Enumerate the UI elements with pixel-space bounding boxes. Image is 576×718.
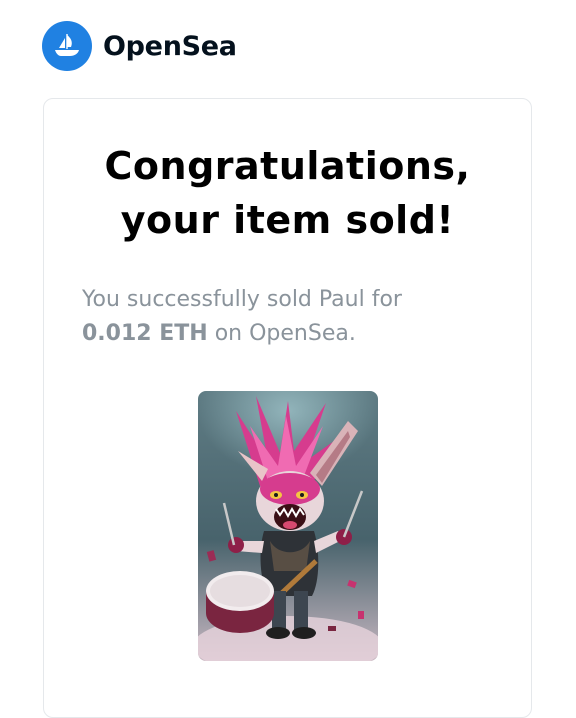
message-suffix: on OpenSea. [207, 321, 356, 346]
sale-price: 0.012 ETH [82, 321, 208, 346]
sale-card: Congratulations, your item sold! You suc… [43, 98, 532, 718]
title-line-1: Congratulations, [104, 144, 471, 188]
brand-name[interactable]: OpenSea [103, 31, 237, 62]
nft-image[interactable] [198, 391, 378, 661]
sale-message: You successfully sold Paul for 0.012 ETH… [82, 283, 502, 351]
opensea-logo-icon[interactable] [42, 21, 92, 71]
congratulations-title: Congratulations, your item sold! [44, 139, 531, 247]
header: OpenSea [42, 20, 237, 72]
title-line-2: your item sold! [120, 198, 455, 242]
message-prefix: You successfully sold Paul for [82, 287, 402, 312]
